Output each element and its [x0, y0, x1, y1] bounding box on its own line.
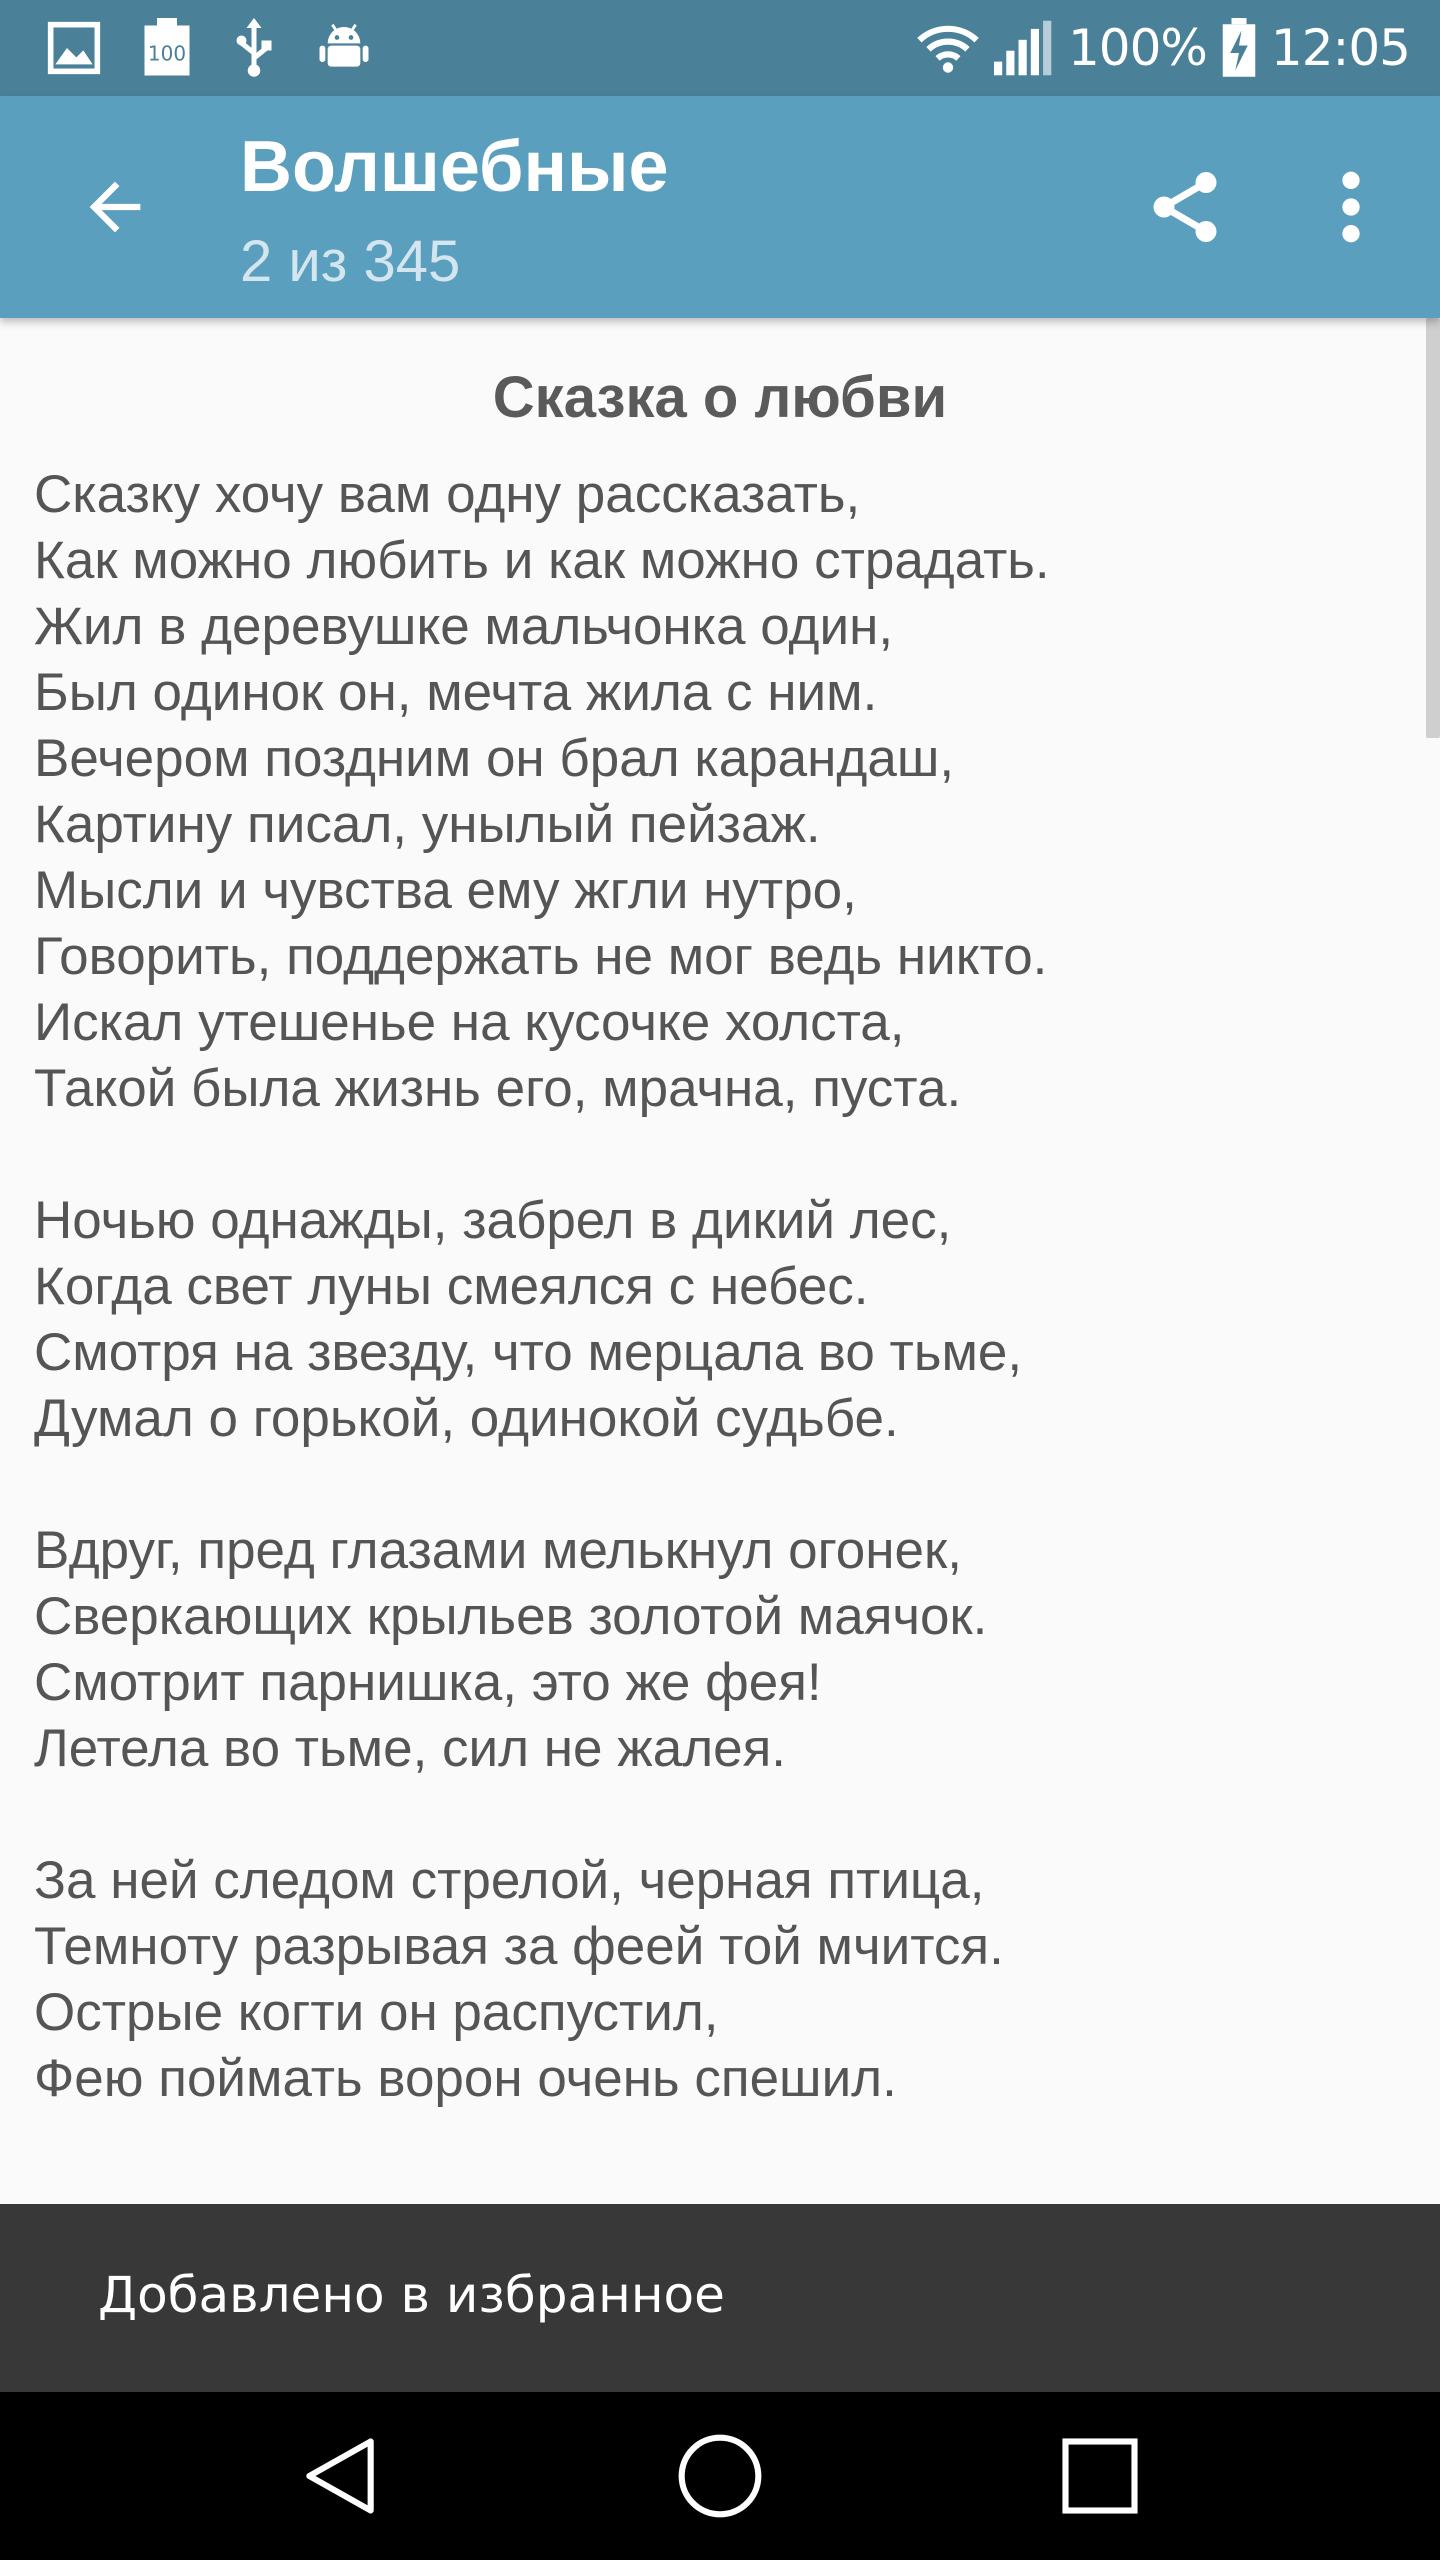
poem-line: Ночью однажды, забрел в дикий лес, — [34, 1191, 952, 1250]
poem-line: Мысли и чувства ему жгли нутро, — [34, 861, 857, 920]
poem-line: Как можно любить и как можно страдать. — [34, 531, 1050, 590]
android-icon — [316, 20, 372, 76]
poem-line: Вечером поздним он брал карандаш, — [34, 729, 955, 788]
poem-line: Летела во тьме, сил не жалея. — [34, 1719, 787, 1778]
back-button[interactable] — [60, 152, 170, 262]
navigation-bar — [0, 2392, 1440, 2560]
page-title: Волшебные — [240, 127, 669, 207]
battery-charging-icon — [1221, 18, 1257, 78]
poem-line: Жил в деревушке мальчонка один, — [34, 597, 894, 656]
snackbar: Добавлено в избранное — [0, 2204, 1440, 2392]
battery-percent: 100% — [1067, 19, 1208, 77]
image-icon — [46, 20, 102, 76]
nav-recents-icon — [1062, 2438, 1138, 2514]
snackbar-message: Добавлено в избранное — [98, 2266, 725, 2324]
page-counter: 2 из 345 — [240, 229, 461, 294]
poem-line: Сверкающих крыльев золотой маячок. — [34, 1587, 988, 1646]
poem-line: Был одинок он, мечта жила с ним. — [34, 663, 878, 722]
nav-home-button[interactable] — [660, 2416, 780, 2536]
scrollbar[interactable] — [1426, 318, 1440, 738]
poem-line: Вдруг, пред глазами мелькнул огонек, — [34, 1521, 962, 1580]
poem-line: За ней следом стрелой, черная птица, — [34, 1851, 985, 1910]
poem-line: Фею поймать ворон очень спешил. — [34, 2049, 897, 2108]
battery-100-icon: 100 — [142, 18, 192, 78]
poem-title: Сказка о любви — [492, 365, 948, 430]
usb-icon — [232, 18, 276, 78]
nav-home-icon — [678, 2434, 762, 2518]
poem-line: Думал о горькой, одинокой судьбе. — [34, 1389, 899, 1448]
stanza-gap — [34, 1452, 1394, 1518]
nav-back-icon — [306, 2438, 374, 2514]
more-options-button[interactable] — [1296, 152, 1406, 262]
nav-back-button[interactable] — [280, 2416, 400, 2536]
poem-line: Сказку хочу вам одну рассказать, — [34, 465, 861, 524]
arrow-back-icon — [89, 181, 141, 233]
poem-line: Когда свет луны смеялся с небес. — [34, 1257, 869, 1316]
clock: 12:05 — [1270, 19, 1411, 77]
stanza-gap — [34, 1782, 1394, 1848]
status-bar: 100 100% 12:05 — [0, 0, 1440, 96]
screen: 100 100% 12:05 Волшебные 2 из 345 Сказка… — [0, 0, 1440, 2560]
poem-content[interactable]: Сказка о любви Сказку хочу вам одну расс… — [0, 318, 1440, 2204]
signal-icon — [993, 20, 1054, 76]
stanza-gap — [34, 1122, 1394, 1188]
poem-line: Картину писал, унылый пейзаж. — [34, 795, 821, 854]
share-button[interactable] — [1130, 152, 1240, 262]
svg-text:100: 100 — [148, 42, 186, 66]
status-right-icons: 100% 12:05 — [916, 14, 1411, 82]
share-icon — [1153, 172, 1217, 242]
poem-body: Сказку хочу вам одну рассказать, Как можн… — [34, 462, 1394, 2112]
poem-line: Такой была жизнь его, мрачна, пуста. — [34, 1059, 962, 1118]
status-left-icons: 100 — [46, 18, 372, 78]
more-vert-icon — [1342, 171, 1360, 243]
wifi-icon — [916, 22, 980, 74]
poem-line: Смотря на звезду, что мерцала во тьме, — [34, 1323, 1023, 1382]
poem-line: Острые когти он распустил, — [34, 1983, 719, 2042]
poem-line: Говорить, поддержать не мог ведь никто. — [34, 927, 1048, 986]
app-bar: Волшебные 2 из 345 — [0, 96, 1440, 318]
poem-line: Смотрит парнишка, это же фея! — [34, 1653, 822, 1712]
nav-recents-button[interactable] — [1040, 2416, 1160, 2536]
poem-line: Искал утешенье на кусочке холста, — [34, 993, 905, 1052]
poem-line: Темноту разрывая за феей той мчится. — [34, 1917, 1004, 1976]
